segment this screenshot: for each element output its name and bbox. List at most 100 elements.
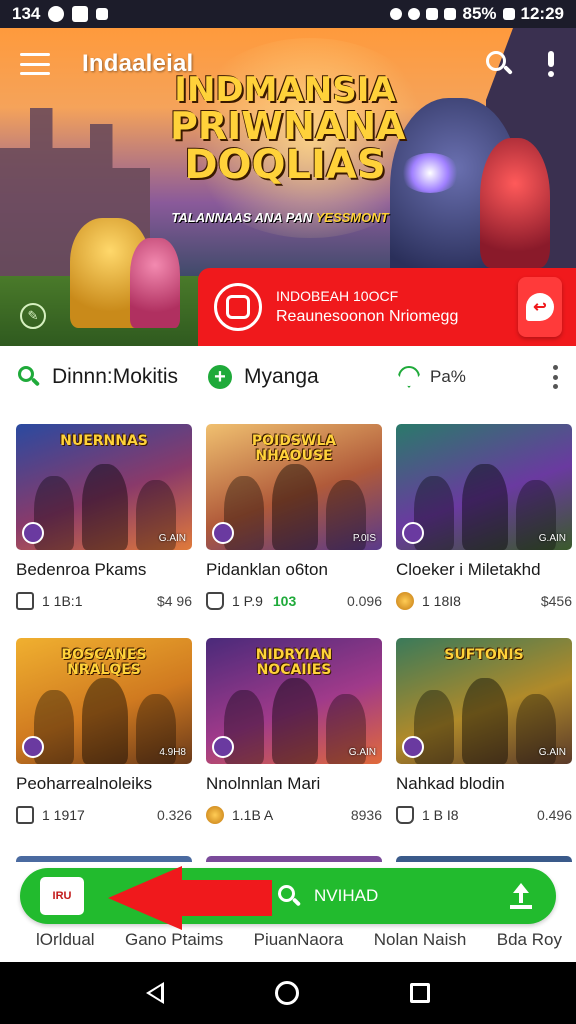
game-price: 0.326 [156, 807, 192, 823]
recent-apps-icon[interactable] [410, 983, 431, 1003]
app-notification-icon [48, 6, 65, 22]
game-meta: 1 1B:1 $4 96 [16, 592, 192, 610]
hero-character-red [480, 138, 550, 268]
game-title: Bedenroa Pkams [16, 560, 147, 579]
game-title: Nahkad blodin [396, 774, 505, 793]
bag-icon [396, 806, 414, 824]
bottom-search-label: NVIHAD [314, 886, 379, 905]
bottom-tab[interactable]: Bda Roy [497, 930, 562, 950]
status-time-left: 134 [12, 4, 41, 23]
game-banner-text: POIDSWLA NHAOUSE [251, 433, 337, 464]
publisher-badge-icon [212, 522, 234, 544]
game-meta: 1.1B A 8936 [206, 806, 382, 824]
red-arrow-annotation [108, 866, 272, 930]
filter-label: Myanga [244, 365, 319, 388]
search-icon [278, 885, 302, 907]
publisher-badge-icon [402, 736, 424, 758]
publisher-badge-icon [212, 736, 234, 758]
game-price: 0.496 [536, 807, 572, 823]
thumbnail-tag: G.AIN [348, 747, 376, 758]
game-thumbnail[interactable]: G.AIN [396, 424, 572, 550]
filter-favorites[interactable]: Pa% [398, 366, 528, 388]
home-button[interactable]: IRU [40, 877, 84, 915]
publisher-badge-icon [22, 522, 44, 544]
game-meta: 1 18I8 $456 [396, 592, 572, 610]
system-nav-bar [0, 962, 576, 1024]
game-meta: 1 B I8 0.496 [396, 806, 572, 824]
game-meta-value: 1 1B:1 [42, 593, 83, 609]
more-options-icon[interactable] [552, 365, 558, 389]
game-price: 0.096 [346, 593, 382, 609]
chat-icon: ↩ [526, 293, 554, 321]
filter-category[interactable]: + Myanga [208, 365, 398, 389]
promo-chat-button[interactable]: ↩ [518, 277, 562, 337]
thumbnail-tag: G.AIN [158, 533, 186, 544]
thumbnail-tag: 4.9H8 [159, 747, 186, 758]
hero-subtitle-a: TALANNAAS ANA PAN [171, 210, 316, 225]
game-card[interactable]: POIDSWLA NHAOUSE P.0IS Pidanklan o6ton 1… [206, 424, 382, 610]
bottom-search-button[interactable]: NVIHAD [278, 885, 378, 907]
info-icon[interactable] [546, 51, 556, 77]
thumbnail-figure [272, 678, 318, 764]
game-title: Pidanklan o6ton [206, 560, 328, 579]
action-bar: IRU NVIHAD [20, 868, 556, 924]
game-thumbnail[interactable]: NUERNNAS G.AIN [16, 424, 192, 550]
promo-banner[interactable]: INDOBEAH 10OCF Reaunesoonon Nriomegg ↩ [198, 268, 576, 346]
coin-icon [206, 806, 224, 824]
game-meta-value: 1.1B A [232, 807, 274, 823]
game-card[interactable]: NIDRYIAN NOCAIIES G.AIN Nnolnnlan Mari 1… [206, 638, 382, 824]
bottom-tab[interactable]: Nolan Naish [374, 930, 467, 950]
game-price: $456 [540, 593, 572, 609]
upload-icon[interactable] [510, 883, 532, 909]
bottom-tabs: lOrldual Gano Ptaims PiuanNaora Nolan Na… [0, 930, 576, 950]
sync-icon [390, 8, 403, 20]
game-banner-text: BOSCANES NRALQES [61, 647, 147, 678]
app-bar: Indaaleial [0, 28, 576, 100]
thumbnail-figure [82, 678, 128, 764]
filter-label: Dinnn:Mokitis [52, 365, 179, 388]
bottom-tab[interactable]: Gano Ptaims [125, 930, 223, 950]
mail-icon [72, 6, 89, 22]
publisher-badge-icon [22, 736, 44, 758]
bottom-tab[interactable]: PiuanNaora [254, 930, 344, 950]
promo-line-2: Reaunesoonon Nriomegg [276, 307, 459, 325]
thumbnail-tag: P.0IS [352, 533, 376, 544]
publisher-badge-icon [402, 522, 424, 544]
bottom-tab[interactable]: lOrldual [36, 930, 95, 950]
game-card[interactable]: NUERNNAS G.AIN Bedenroa Pkams 1 1B:1 $4 … [16, 424, 192, 610]
hero-spark [400, 153, 460, 193]
bottom-action-area: IRU NVIHAD lOrldual Gano Ptaims PiuanNao… [0, 862, 576, 962]
game-banner-text: NIDRYIAN NOCAIIES [255, 647, 333, 678]
game-title: Cloeker i Miletakhd [396, 560, 541, 579]
coin-icon [396, 592, 414, 610]
game-meta-value: 1 B I8 [422, 807, 459, 823]
filter-label: Pa% [430, 367, 466, 386]
heart-icon [398, 366, 420, 388]
game-thumbnail[interactable]: POIDSWLA NHAOUSE P.0IS [206, 424, 382, 550]
game-title: Nnolnnlan Mari [206, 774, 321, 793]
search-icon[interactable] [486, 51, 513, 77]
signal-icon [444, 8, 457, 20]
alarm-icon [408, 8, 421, 20]
thumbnail-figure [272, 464, 318, 550]
game-thumbnail[interactable]: NIDRYIAN NOCAIIES G.AIN [206, 638, 382, 764]
game-card[interactable]: G.AIN Cloeker i Miletakhd 1 18I8 $456 [396, 424, 572, 610]
screen: 134 85% 12:29 INDMANSIA PRIWNANA DOQLIAS… [0, 0, 576, 1024]
game-title: Peoharrealnoleiks [16, 774, 153, 793]
search-icon [18, 366, 41, 388]
game-card[interactable]: SUFTONIS G.AIN Nahkad blodin 1 B I8 0.49… [396, 638, 572, 824]
back-icon[interactable] [145, 982, 164, 1004]
home-icon[interactable] [274, 981, 299, 1005]
app-title: Indaaleial [82, 50, 194, 77]
filter-search[interactable]: Dinnn:Mokitis [18, 365, 208, 389]
bag-icon [206, 592, 224, 610]
game-meta-value: 1 18I8 [422, 593, 461, 609]
game-thumbnail[interactable]: SUFTONIS G.AIN [396, 638, 572, 764]
game-thumbnail[interactable]: BOSCANES NRALQES 4.9H8 [16, 638, 192, 764]
thumbnail-figure [462, 678, 508, 764]
home-button-label: IRU [52, 890, 72, 902]
game-card[interactable]: BOSCANES NRALQES 4.9H8 Peoharrealnoleiks… [16, 638, 192, 824]
status-left: 134 [12, 4, 109, 24]
menu-icon[interactable] [20, 53, 50, 75]
thumbnail-tag: G.AIN [538, 533, 566, 544]
